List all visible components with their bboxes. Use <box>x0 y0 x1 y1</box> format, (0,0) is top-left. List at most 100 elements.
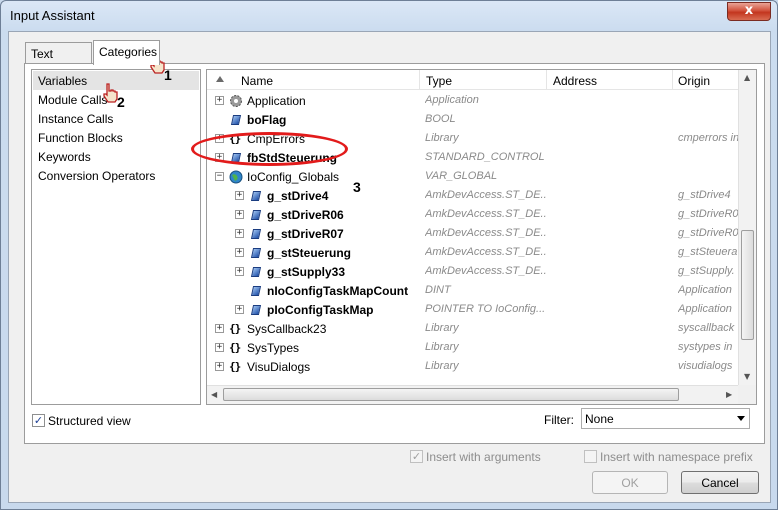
variable-icon <box>250 191 262 201</box>
tree-row[interactable]: + Application Application <box>207 91 738 110</box>
close-icon: x <box>744 3 754 18</box>
tree-row[interactable]: + g_stDrive4 AmkDevAccess.ST_DE... g_stDriv… <box>207 186 738 205</box>
vertical-scroll-thumb[interactable] <box>741 230 754 340</box>
scroll-left-icon[interactable]: ◀ <box>211 390 217 399</box>
structured-view-checkbox[interactable]: ✓ <box>32 414 45 427</box>
insert-with-namespace-prefix-label: Insert with namespace prefix <box>600 450 753 464</box>
row-name: SysTypes <box>247 341 300 355</box>
tree-row[interactable]: nIoConfigTaskMapCount DINT Application <box>207 281 738 300</box>
tree-row[interactable]: + g_stSupply33 AmkDevAccess.ST_DE... g_stSu… <box>207 262 738 281</box>
filter-label: Filter: <box>544 413 574 427</box>
row-type: DINT <box>425 284 451 296</box>
library-icon: {} <box>229 322 241 335</box>
row-origin: g_stSupply. <box>678 265 735 277</box>
scroll-down-icon[interactable]: ▼ <box>744 372 750 381</box>
categories-panel: Variables Module Calls Instance Calls Fu… <box>24 63 765 444</box>
row-type: Library <box>425 341 459 353</box>
sort-ascending-icon <box>216 76 224 82</box>
ok-button-label: OK <box>621 476 639 490</box>
row-name: g_stDriveR06 <box>267 208 344 222</box>
tree-row[interactable]: + {} SysCallback23 Library syscallback <box>207 319 738 338</box>
vertical-scrollbar[interactable]: ▲ ▼ <box>738 70 756 385</box>
category-item-instance-calls[interactable]: Instance Calls <box>33 109 199 128</box>
annotation-number-2: 2 <box>117 94 125 110</box>
row-origin: g_stDriveR0 <box>678 208 738 220</box>
column-header-type[interactable]: Type <box>420 70 547 90</box>
tree-row[interactable]: + pIoConfigTaskMap POINTER TO IoConfig... A… <box>207 300 738 319</box>
expand-icon[interactable]: + <box>215 343 224 352</box>
category-label: Variables <box>38 74 88 88</box>
gear-icon <box>230 95 242 107</box>
title-bar: Input Assistant x <box>1 1 777 31</box>
chevron-down-icon <box>737 416 745 421</box>
filter-select[interactable]: None <box>581 408 750 429</box>
expand-icon[interactable]: + <box>235 305 244 314</box>
category-item-conversion-operators[interactable]: Conversion Operators <box>33 166 199 185</box>
insert-with-arguments-checkbox[interactable]: ✓ <box>410 450 423 463</box>
row-name: g_stDrive4 <box>267 189 329 203</box>
tab-text-search[interactable]: Text search <box>25 42 92 75</box>
input-assistant-window: Input Assistant x Text search Categories… <box>0 0 778 510</box>
expand-icon[interactable]: + <box>235 248 244 257</box>
row-name: pIoConfigTaskMap <box>267 303 374 317</box>
row-type: Library <box>425 132 459 144</box>
tree-row[interactable]: + {} SysTypes Library systypes in <box>207 338 738 357</box>
filter-select-value: None <box>585 412 614 426</box>
category-label: Conversion Operators <box>38 169 156 183</box>
row-type: AmkDevAccess.ST_DE... <box>425 227 547 239</box>
row-type: VAR_GLOBAL <box>425 170 498 182</box>
row-type: Library <box>425 322 459 334</box>
expand-icon[interactable]: + <box>235 229 244 238</box>
globe-icon <box>229 170 243 184</box>
horizontal-scrollbar[interactable]: ◀ ▶ <box>207 385 738 404</box>
row-name: boFlag <box>247 113 287 127</box>
column-header-origin[interactable]: Origin <box>673 70 738 90</box>
close-button[interactable]: x <box>727 2 771 21</box>
column-header-name[interactable]: Name <box>207 70 420 90</box>
expand-icon[interactable]: + <box>235 191 244 200</box>
column-header-address[interactable]: Address <box>547 70 673 90</box>
scroll-up-icon[interactable]: ▲ <box>744 73 750 82</box>
cancel-button[interactable]: Cancel <box>681 471 759 494</box>
row-name: VisuDialogs <box>247 360 311 374</box>
tree-row[interactable]: + g_stDriveR06 AmkDevAccess.ST_DE... g_stDr… <box>207 205 738 224</box>
category-label: Instance Calls <box>38 112 114 126</box>
tree-row[interactable]: + g_stDriveR07 AmkDevAccess.ST_DE... g_stDr… <box>207 224 738 243</box>
variables-tree: Name Type Address Origin + Application App… <box>206 69 757 405</box>
tree-row[interactable]: + {} VisuDialogs Library visudialogs <box>207 357 738 376</box>
row-name: g_stDriveR07 <box>267 227 344 241</box>
checkmark-icon: ✓ <box>33 414 44 427</box>
scroll-right-icon[interactable]: ▶ <box>726 390 732 399</box>
highlight-ellipse <box>191 132 348 166</box>
tree-row[interactable]: boFlag BOOL <box>207 110 738 129</box>
row-origin: Application <box>678 303 732 315</box>
category-label: Module Calls <box>38 93 108 107</box>
category-item-function-blocks[interactable]: Function Blocks <box>33 128 199 147</box>
library-icon: {} <box>229 341 241 354</box>
tab-categories[interactable]: Categories <box>93 40 160 65</box>
expand-icon[interactable]: + <box>215 362 224 371</box>
tree-row[interactable]: + g_stSteuerung AmkDevAccess.ST_DE... g_stS… <box>207 243 738 262</box>
tree-header: Name Type Address Origin <box>207 70 738 90</box>
horizontal-scroll-thumb[interactable] <box>223 388 679 401</box>
row-type: AmkDevAccess.ST_DE... <box>425 189 547 201</box>
category-item-keywords[interactable]: Keywords <box>33 147 199 166</box>
insert-with-namespace-prefix-checkbox[interactable] <box>584 450 597 463</box>
tab-categories-label: Categories <box>99 45 158 59</box>
column-name-label: Name <box>241 74 274 88</box>
expand-icon[interactable]: + <box>235 210 244 219</box>
row-type: BOOL <box>425 113 456 125</box>
expand-icon[interactable]: + <box>215 96 224 105</box>
expand-icon[interactable]: + <box>235 267 244 276</box>
column-address-label: Address <box>553 74 598 88</box>
ok-button[interactable]: OK <box>592 471 668 494</box>
row-type: AmkDevAccess.ST_DE... <box>425 265 547 277</box>
row-name: IoConfig_Globals <box>247 170 340 184</box>
insert-with-arguments-label: Insert with arguments <box>426 450 541 464</box>
annotation-number-3: 3 <box>353 179 361 195</box>
tree-row[interactable]: − IoConfig_Globals VAR_GLOBAL <box>207 167 738 186</box>
collapse-icon[interactable]: − <box>215 172 224 181</box>
expand-icon[interactable]: + <box>215 324 224 333</box>
row-type: AmkDevAccess.ST_DE... <box>425 208 547 220</box>
row-origin: g_stDriveR0 <box>678 227 738 239</box>
